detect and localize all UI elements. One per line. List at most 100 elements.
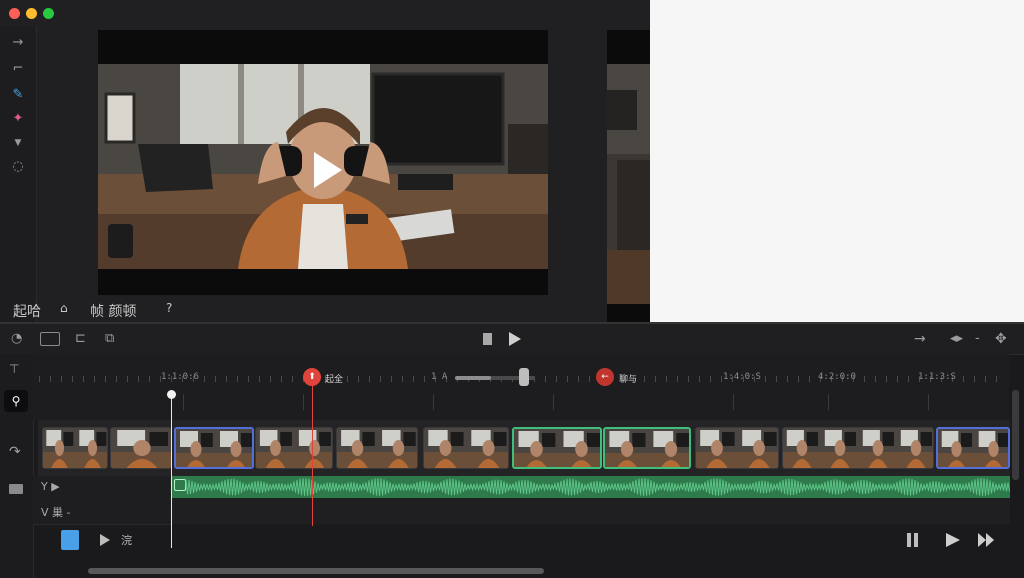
video-track — [38, 420, 1010, 476]
link-tool-icon[interactable]: ⚲ — [4, 390, 28, 412]
ruler-tick — [699, 376, 700, 382]
video-clip[interactable] — [936, 427, 1010, 469]
playhead-handle[interactable] — [167, 390, 176, 399]
clip-thumbnail — [738, 428, 778, 468]
marker-pin-end[interactable]: ← — [596, 368, 614, 386]
viewer-toggle-icon[interactable] — [40, 332, 60, 346]
gauge-icon[interactable]: ◔ — [11, 332, 22, 346]
viewer-info-bar: 起哈 ⌂ 帧 颜顿 ? — [0, 296, 650, 322]
ruler-tick — [798, 376, 799, 382]
clip-thumbnail — [424, 428, 467, 468]
ruler-tick — [886, 376, 887, 382]
crop-icon[interactable]: ⌐ — [9, 60, 27, 78]
ruler-tick — [787, 376, 788, 382]
ruler-tick — [655, 376, 656, 382]
chevron-down-icon[interactable]: ▼ — [9, 134, 27, 152]
info-label-frame: 帧 颜顿 — [90, 304, 137, 320]
ruler-tick — [413, 376, 414, 382]
clip-marker-icon[interactable] — [61, 530, 79, 550]
ruler-tick — [204, 376, 205, 382]
ruler-tick — [94, 376, 95, 382]
ruler-tick — [908, 376, 909, 382]
extra-track-label[interactable]: V 巢 - — [41, 504, 71, 520]
ruler-tick — [292, 376, 293, 382]
ruler-tick — [72, 376, 73, 382]
timecode-label: 1:1:3:S — [918, 372, 956, 382]
horizontal-scrollbar[interactable] — [88, 568, 544, 574]
ruler-tick — [710, 376, 711, 382]
stop-button[interactable] — [483, 333, 492, 345]
video-clip[interactable] — [423, 427, 509, 469]
play-forward-button[interactable] — [945, 532, 961, 552]
ruler-tick — [688, 376, 689, 382]
clip-thumbnail — [111, 428, 171, 468]
collapse-icon[interactable]: - — [975, 332, 980, 346]
audio-track-label[interactable]: Y ▶ — [41, 480, 60, 493]
audio-waveform-track[interactable] — [172, 476, 1010, 498]
video-clip[interactable] — [110, 427, 172, 469]
ruler-tick — [127, 376, 128, 382]
bottom-label: 浣 — [121, 534, 132, 547]
video-clip[interactable] — [42, 427, 108, 469]
zoom-fit-icon[interactable]: ◂▸ — [950, 332, 963, 346]
video-clip[interactable] — [174, 427, 254, 469]
clip-thumbnail — [975, 429, 1008, 467]
timeline-editor: ◔ ⊏ ⧉ → ◂▸ - ✥ ⊤ ⚲ ↷ 1:1:0:6 1 A 1:4:0:S… — [0, 322, 1024, 578]
split-icon[interactable]: ⊏ — [75, 332, 86, 346]
video-clip[interactable] — [695, 427, 779, 469]
zoom-slider-fill — [455, 376, 491, 380]
ruler-tick — [50, 376, 51, 382]
ruler-tick — [391, 376, 392, 382]
video-clip[interactable] — [336, 427, 418, 469]
monitor-icon[interactable] — [9, 484, 23, 494]
ruler-tick — [380, 376, 381, 382]
close-window-button[interactable] — [9, 8, 20, 19]
video-clip[interactable] — [782, 427, 934, 469]
video-clip[interactable] — [255, 427, 333, 469]
arrow-right-icon[interactable]: → — [914, 332, 926, 346]
timer-icon[interactable]: ◌ — [9, 158, 27, 176]
select-tool-icon[interactable]: ⊤ — [9, 362, 19, 376]
ruler-tick — [765, 376, 766, 382]
extra-track-header: V 巢 - — [33, 498, 172, 525]
clip-thumbnail — [378, 428, 417, 468]
next-clip-preview[interactable] — [607, 30, 650, 322]
ruler-tick — [116, 376, 117, 382]
zoom-slider-thumb[interactable] — [519, 368, 529, 386]
playhead[interactable] — [171, 394, 172, 548]
pen-icon[interactable]: ✎ — [9, 86, 27, 104]
clip-thumbnail — [821, 428, 859, 468]
fast-forward-button[interactable] — [977, 532, 997, 552]
clip-thumbnail — [295, 428, 332, 468]
ruler-gridline — [303, 394, 304, 410]
ruler-tick — [259, 376, 260, 382]
arrow-right-icon[interactable]: → — [9, 34, 27, 52]
ruler-tick — [589, 376, 590, 382]
ruler-tick — [578, 376, 579, 382]
redo-icon[interactable]: ↷ — [9, 444, 21, 460]
ruler-tick — [985, 376, 986, 382]
video-clip[interactable] — [512, 427, 602, 469]
ruler-tick — [149, 376, 150, 382]
pause-bar-left[interactable] — [907, 533, 911, 547]
ruler-gridline — [183, 394, 184, 410]
video-clip[interactable] — [603, 427, 691, 469]
bookmark-icon[interactable]: ⌂ — [60, 301, 68, 315]
help-icon[interactable]: ? — [166, 301, 172, 315]
pause-bar-right[interactable] — [914, 533, 918, 547]
timeline-ruler[interactable]: 1:1:0:6 1 A 1:4:0:S 4:2:0:0 1:1:3:S ⬆ 起全… — [33, 354, 1009, 420]
effects-icon[interactable]: ✦ — [9, 110, 27, 128]
trim-icon[interactable]: ⧉ — [105, 332, 114, 346]
ruler-tick — [556, 376, 557, 382]
minimize-window-button[interactable] — [26, 8, 37, 19]
clip-thumbnail — [337, 428, 378, 468]
marker-label-end: 聊与 — [619, 375, 638, 385]
move-icon[interactable]: ✥ — [995, 332, 1007, 346]
empty-track-lane[interactable] — [172, 498, 1010, 524]
vertical-scrollbar[interactable] — [1012, 390, 1019, 480]
ruler-gridline — [553, 394, 554, 410]
ruler-tick — [39, 376, 40, 382]
maximize-window-button[interactable] — [43, 8, 54, 19]
play-button[interactable] — [508, 331, 522, 351]
play-small-button[interactable] — [99, 532, 111, 551]
